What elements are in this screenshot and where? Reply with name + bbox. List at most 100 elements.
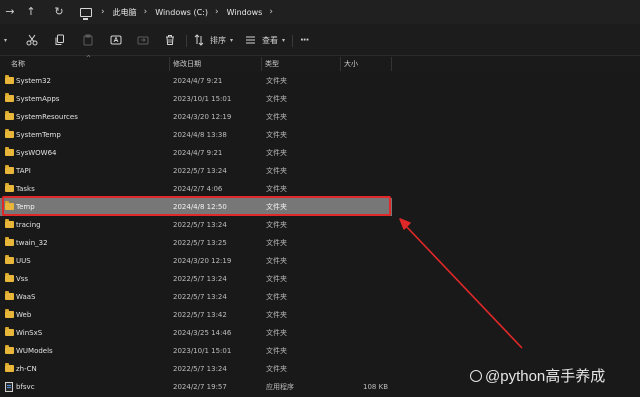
list-item[interactable]: WinSxS 2024/3/25 14:46 文件夹 <box>0 324 392 342</box>
folder-icon <box>5 165 14 174</box>
list-item[interactable]: SysWOW64 2024/4/7 9:21 文件夹 <box>0 144 392 162</box>
command-bar: ▾ 排序 ▾ 查看 ▾ ··· <box>0 24 640 56</box>
address-bar: → ↑ ↻ › 此电脑 › Windows (C:) › Windows › <box>0 0 640 24</box>
sort-label: 排序 <box>210 35 226 45</box>
view-label: 查看 <box>262 35 278 45</box>
folder-icon <box>5 363 14 372</box>
cut-icon[interactable] <box>26 31 38 49</box>
column-divider[interactable] <box>261 57 262 71</box>
file-type: 文件夹 <box>266 275 287 283</box>
breadcrumb-item-this-pc[interactable]: 此电脑 <box>113 7 137 18</box>
list-item[interactable]: bfsvc 2024/2/7 19:57 应用程序 108 KB <box>0 378 392 396</box>
file-type: 文件夹 <box>266 329 287 337</box>
file-date: 2023/10/1 15:01 <box>173 347 232 355</box>
chevron-right-icon: › <box>269 7 273 17</box>
sort-button[interactable]: 排序 ▾ <box>194 31 233 49</box>
column-type[interactable]: 类型 <box>265 56 279 72</box>
column-date[interactable]: 修改日期 <box>173 56 201 72</box>
file-type: 文件夹 <box>266 149 287 157</box>
view-button[interactable]: 查看 ▾ <box>245 31 285 49</box>
share-icon[interactable] <box>137 31 149 49</box>
file-type: 文件夹 <box>266 293 287 301</box>
file-type: 文件夹 <box>266 167 287 175</box>
file-name: System32 <box>16 77 52 85</box>
folder-icon <box>5 183 14 192</box>
file-size <box>346 162 388 180</box>
chevron-down-icon: ▾ <box>230 36 234 44</box>
arrow-right-icon[interactable]: → <box>2 4 18 20</box>
file-type: 文件夹 <box>266 365 287 373</box>
chevron-up-icon: ^ <box>86 55 92 62</box>
file-size <box>346 342 388 360</box>
list-item[interactable]: zh-CN 2022/5/7 13:24 文件夹 <box>0 360 392 378</box>
list-item[interactable]: UUS 2024/3/20 12:19 文件夹 <box>0 252 392 270</box>
list-item[interactable]: SystemTemp 2024/4/8 13:38 文件夹 <box>0 126 392 144</box>
file-date: 2022/5/7 13:25 <box>173 239 227 247</box>
folder-icon <box>5 291 14 300</box>
file-name: SystemResources <box>16 113 78 121</box>
file-size <box>346 90 388 108</box>
list-item[interactable]: TAPI 2022/5/7 13:24 文件夹 <box>0 162 392 180</box>
column-name[interactable]: 名称 <box>11 56 25 72</box>
file-name: WinSxS <box>16 329 43 337</box>
monitor-icon[interactable] <box>80 7 92 20</box>
refresh-icon[interactable]: ↻ <box>51 4 67 20</box>
annotation-highlight-box <box>2 196 391 216</box>
folder-icon <box>5 237 14 246</box>
folder-icon <box>5 147 14 156</box>
file-size <box>346 306 388 324</box>
chevron-right-icon: › <box>143 7 148 17</box>
file-type: 文件夹 <box>266 311 287 319</box>
file-date: 2022/5/7 13:24 <box>173 293 227 301</box>
copy-icon[interactable] <box>54 31 66 49</box>
column-size[interactable]: 大小 <box>344 56 358 72</box>
list-item[interactable]: Vss 2022/5/7 13:24 文件夹 <box>0 270 392 288</box>
file-size <box>346 126 388 144</box>
file-type: 文件夹 <box>266 347 287 355</box>
list-item[interactable]: tracing 2022/5/7 13:24 文件夹 <box>0 216 392 234</box>
more-options-button[interactable]: ··· <box>300 31 309 49</box>
file-size <box>346 270 388 288</box>
file-type: 文件夹 <box>266 221 287 229</box>
file-size <box>346 324 388 342</box>
column-divider[interactable] <box>169 57 170 71</box>
paste-icon[interactable] <box>82 31 94 49</box>
list-item[interactable]: SystemResources 2024/3/20 12:19 文件夹 <box>0 108 392 126</box>
list-item[interactable]: twain_32 2022/5/7 13:25 文件夹 <box>0 234 392 252</box>
column-divider[interactable] <box>340 57 341 71</box>
file-type: 文件夹 <box>266 131 287 139</box>
file-date: 2024/4/7 9:21 <box>173 77 223 85</box>
list-item[interactable]: WaaS 2022/5/7 13:24 文件夹 <box>0 288 392 306</box>
file-size <box>346 108 388 126</box>
file-type: 文件夹 <box>266 95 287 103</box>
file-date: 2022/5/7 13:24 <box>173 365 227 373</box>
breadcrumb-item-drive[interactable]: Windows (C:) <box>155 8 208 17</box>
file-date: 2024/2/7 19:57 <box>173 383 227 391</box>
new-dropdown-chevron-icon[interactable]: ▾ <box>4 31 7 49</box>
folder-icon <box>5 75 14 84</box>
file-name: tracing <box>16 221 41 229</box>
list-item[interactable]: WUModels 2023/10/1 15:01 文件夹 <box>0 342 392 360</box>
column-divider[interactable] <box>391 57 392 71</box>
file-date: 2022/5/7 13:24 <box>173 221 227 229</box>
rename-icon[interactable] <box>110 31 122 49</box>
file-size <box>346 216 388 234</box>
file-date: 2024/3/20 12:19 <box>173 113 232 121</box>
chevron-right-icon: › <box>101 7 105 17</box>
file-date: 2022/5/7 13:24 <box>173 167 227 175</box>
breadcrumb: › 此电脑 › Windows (C:) › Windows › <box>80 2 640 22</box>
file-date: 2024/4/8 13:38 <box>173 131 227 139</box>
file-size: 108 KB <box>363 383 388 391</box>
folder-icon <box>5 111 14 120</box>
arrow-up-icon[interactable]: ↑ <box>23 4 39 20</box>
list-item[interactable]: SystemApps 2023/10/1 15:01 文件夹 <box>0 90 392 108</box>
folder-icon <box>5 93 14 102</box>
list-item[interactable]: System32 2024/4/7 9:21 文件夹 <box>0 72 392 90</box>
breadcrumb-item-windows[interactable]: Windows <box>227 8 263 17</box>
file-name: SystemApps <box>16 95 60 103</box>
toolbar-divider <box>292 35 293 47</box>
list-item[interactable]: Web 2022/5/7 13:42 文件夹 <box>0 306 392 324</box>
delete-icon[interactable] <box>164 31 176 49</box>
watermark-logo-icon <box>470 370 482 382</box>
file-name: SysWOW64 <box>16 149 57 157</box>
